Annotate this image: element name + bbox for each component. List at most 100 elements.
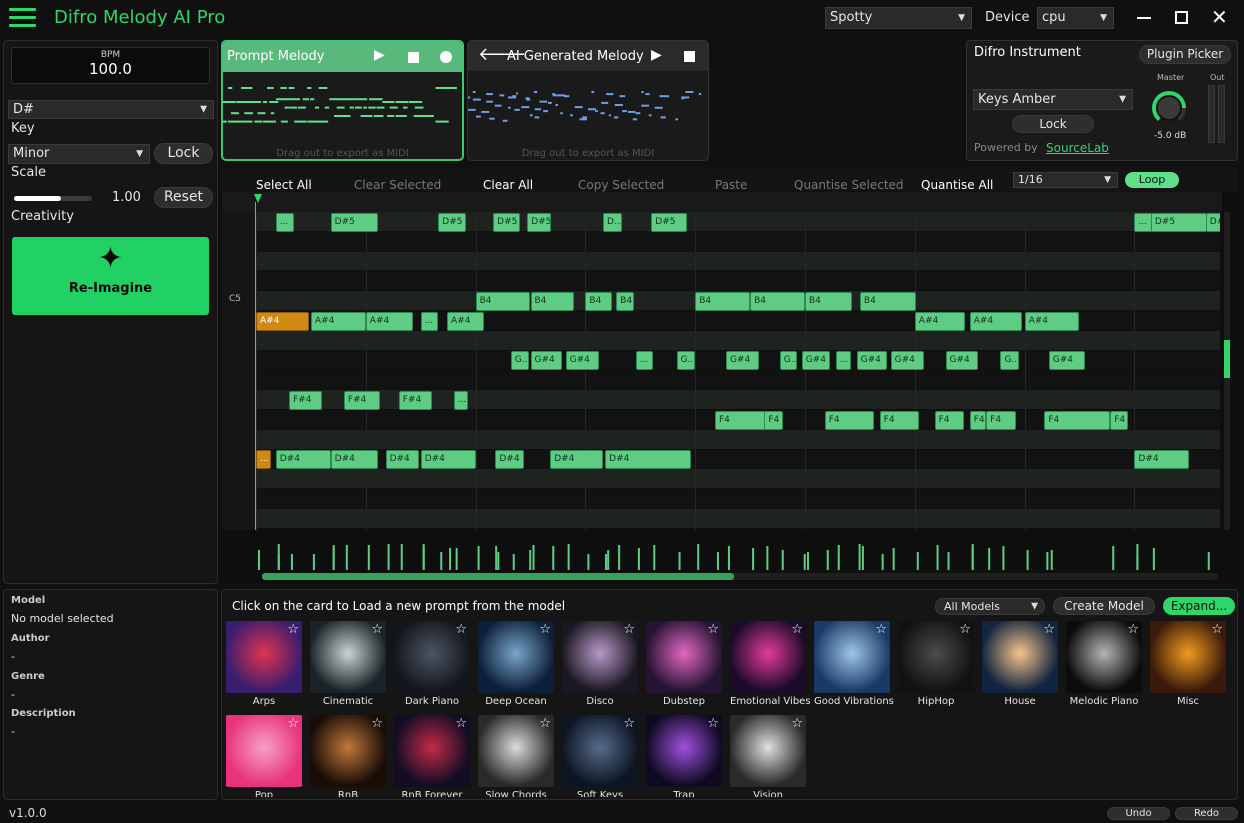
velocity-bar[interactable] [947, 552, 950, 570]
favorite-star-icon[interactable]: ☆ [455, 622, 467, 637]
device-select[interactable]: cpu ▼ [1037, 7, 1114, 29]
stop-icon[interactable] [684, 51, 695, 62]
velocity-bar[interactable] [653, 545, 656, 570]
note-block[interactable]: F#4 [288, 390, 322, 410]
note-block[interactable]: D#4 [275, 450, 331, 470]
note-block[interactable]: D#4 [605, 450, 691, 470]
preset-lock-button[interactable]: Lock [1012, 115, 1094, 133]
velocity-bar[interactable] [858, 544, 861, 570]
velocity-bar[interactable] [604, 554, 607, 570]
favorite-star-icon[interactable]: ☆ [875, 622, 887, 637]
note-block[interactable]: A#4 [256, 311, 309, 331]
note-block[interactable]: F4 [934, 410, 965, 430]
note-block[interactable]: D... [602, 212, 622, 232]
favorite-star-icon[interactable]: ☆ [623, 622, 635, 637]
favorite-star-icon[interactable]: ☆ [707, 622, 719, 637]
note-block[interactable]: F4 [764, 410, 784, 430]
velocity-bar[interactable] [716, 552, 719, 570]
note-block[interactable]: F4 [879, 410, 920, 430]
quantise-grid-select[interactable]: 1/16 ▼ [1013, 172, 1118, 188]
horizontal-scroll-thumb[interactable] [262, 573, 734, 580]
velocity-bar[interactable] [678, 552, 681, 570]
velocity-bar[interactable] [532, 545, 535, 570]
minimize-icon[interactable] [1137, 17, 1151, 19]
note-block[interactable]: F#4 [343, 390, 381, 410]
model-card[interactable]: ☆ House [982, 621, 1058, 711]
velocity-bar[interactable] [988, 548, 991, 570]
horizontal-scrollbar[interactable] [262, 573, 1218, 580]
model-card[interactable]: ☆ Misc [1150, 621, 1226, 711]
model-card[interactable]: ☆ Melodic Piano [1066, 621, 1142, 711]
note-block[interactable]: D#4 [495, 450, 524, 470]
favorite-star-icon[interactable]: ☆ [1043, 622, 1055, 637]
note-block[interactable]: B4 [750, 291, 805, 311]
velocity-bar[interactable] [1050, 550, 1053, 570]
note-block[interactable]: A#4 [365, 311, 413, 331]
model-card[interactable]: ☆ Cinematic [310, 621, 386, 711]
note-block[interactable]: F4 [969, 410, 987, 430]
expand-button[interactable]: Expand... [1163, 597, 1235, 615]
note-block[interactable]: B4 [805, 291, 853, 311]
velocity-bar[interactable] [567, 544, 570, 570]
ai-melody-card[interactable]: 🡐 AI Generated Melody ▶ Drag out to expo… [467, 40, 709, 161]
redo-button[interactable]: Redo [1175, 807, 1238, 820]
sourcelab-link[interactable]: SourceLab [1046, 141, 1109, 155]
note-block[interactable]: G... [779, 351, 798, 371]
note-block[interactable]: G#4 [725, 351, 759, 371]
velocity-bar[interactable] [332, 545, 335, 570]
model-filter-select[interactable]: All Models ▼ [935, 598, 1045, 615]
velocity-bar[interactable] [618, 545, 621, 570]
favorite-star-icon[interactable]: ☆ [371, 622, 383, 637]
note-grid[interactable]: ...D#5D#5D#5D#5D...D#5...D#5D#B4B4B4B4B4… [256, 212, 1220, 530]
note-block[interactable]: B4 [530, 291, 575, 311]
velocity-bar[interactable] [892, 548, 895, 570]
note-block[interactable]: B4 [616, 291, 634, 311]
note-block[interactable]: G#4 [1048, 351, 1085, 371]
model-card[interactable]: ☆ Slow Chords [478, 715, 554, 797]
note-block[interactable]: A#4 [969, 311, 1023, 331]
velocity-bar[interactable] [345, 545, 348, 570]
velocity-bar[interactable] [1112, 546, 1115, 570]
velocity-bar[interactable] [1136, 554, 1139, 570]
note-block[interactable]: D#5 [438, 212, 466, 232]
maximize-icon[interactable] [1175, 11, 1188, 24]
velocity-bar[interactable] [512, 554, 515, 570]
velocity-bar[interactable] [1152, 548, 1155, 570]
velocity-bar[interactable] [607, 550, 610, 570]
velocity-bar[interactable] [277, 554, 280, 570]
master-knob[interactable] [1152, 91, 1186, 125]
velocity-bar[interactable] [258, 550, 260, 570]
note-block[interactable]: G... [510, 351, 530, 371]
velocity-bar[interactable] [936, 545, 939, 570]
note-block[interactable]: ... [835, 351, 852, 371]
favorite-star-icon[interactable]: ☆ [539, 622, 551, 637]
note-block[interactable]: B4 [585, 291, 612, 311]
preset-select[interactable]: Keys Amber ▼ [973, 89, 1133, 110]
velocity-bar[interactable] [1002, 546, 1005, 570]
model-card[interactable]: ☆ Dark Piano [394, 621, 470, 711]
velocity-bar[interactable] [916, 552, 919, 570]
model-card[interactable]: ☆ Disco [562, 621, 638, 711]
model-card[interactable]: ☆ Good Vibrations [814, 621, 894, 711]
note-block[interactable]: D#4 [330, 450, 378, 470]
velocity-bar[interactable] [861, 546, 864, 570]
favorite-star-icon[interactable]: ☆ [1127, 622, 1139, 637]
favorite-star-icon[interactable]: ☆ [539, 716, 551, 731]
note-block[interactable]: F4 [714, 410, 767, 430]
create-model-button[interactable]: Create Model [1053, 597, 1155, 615]
model-card[interactable]: ☆ Pop [226, 715, 302, 797]
favorite-star-icon[interactable]: ☆ [287, 622, 299, 637]
vertical-scrollbar[interactable] [1224, 212, 1230, 530]
favorite-star-icon[interactable]: ☆ [959, 622, 971, 637]
note-block[interactable]: F4 [1110, 410, 1128, 430]
theme-select[interactable]: Spotty ▼ [825, 7, 972, 29]
velocity-bar[interactable] [637, 548, 640, 570]
note-block[interactable]: ... [635, 351, 654, 371]
note-block[interactable]: D# [1205, 212, 1220, 232]
note-block[interactable]: G#4 [565, 351, 599, 371]
velocity-bar[interactable] [803, 554, 806, 570]
select-all-button[interactable]: Select All [256, 178, 312, 192]
model-card[interactable]: ☆ Deep Ocean [478, 621, 554, 711]
note-block[interactable]: A#4 [914, 311, 966, 331]
model-card[interactable]: ☆ Vision [730, 715, 806, 797]
